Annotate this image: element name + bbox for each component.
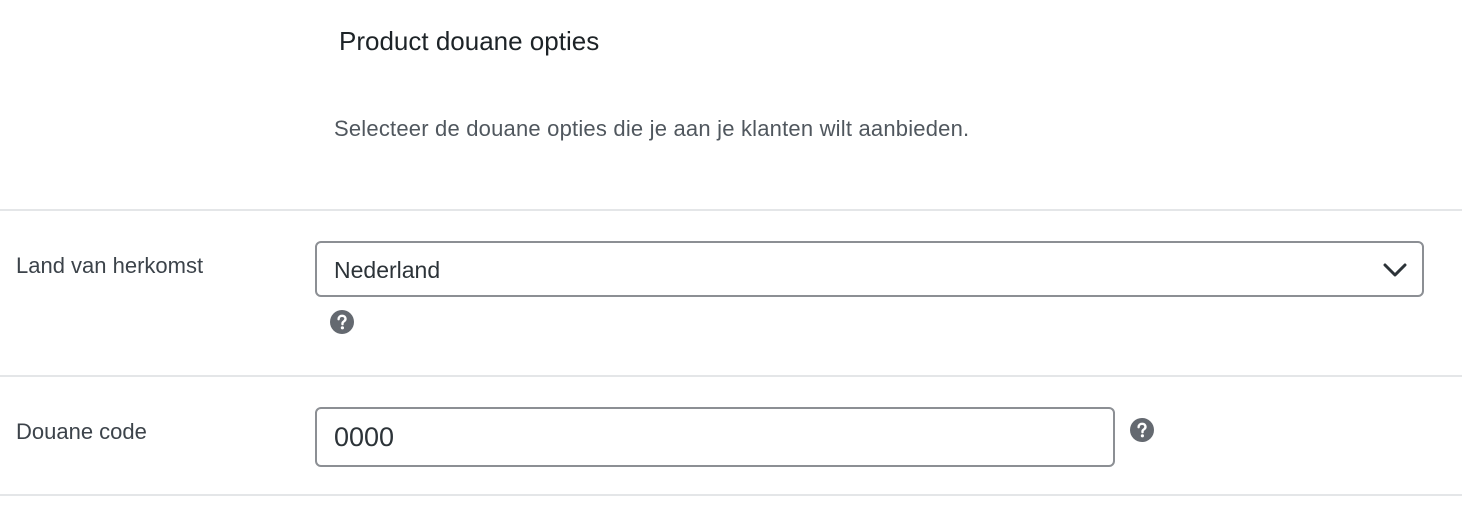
- country-of-origin-selected-value: Nederland: [334, 257, 441, 283]
- section-title: Product douane opties: [339, 26, 600, 56]
- customs-code-label: Douane code: [16, 419, 147, 444]
- customs-code-input[interactable]: [315, 407, 1115, 467]
- divider: [0, 375, 1462, 377]
- chevron-down-icon: [1383, 263, 1407, 277]
- country-of-origin-label: Land van herkomst: [16, 253, 204, 278]
- divider: [0, 494, 1462, 496]
- section-description: Selecteer de douane opties die je aan je…: [334, 116, 970, 141]
- help-icon[interactable]: [330, 310, 354, 334]
- help-icon[interactable]: [1130, 418, 1154, 442]
- country-of-origin-select[interactable]: Nederland: [315, 241, 1424, 297]
- divider: [0, 209, 1462, 211]
